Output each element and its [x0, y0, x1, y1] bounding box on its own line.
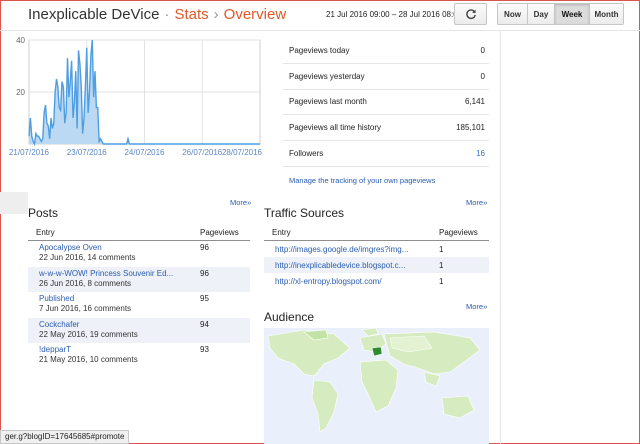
post-pageviews: 95 — [200, 294, 209, 304]
stat-row-yesterday: Pageviews yesterday 0 — [283, 64, 489, 90]
left-panel-stub — [0, 192, 28, 214]
post-pageviews: 93 — [200, 345, 209, 355]
breadcrumb-stats[interactable]: Stats — [174, 6, 208, 23]
manage-tracking-link[interactable]: Manage the tracking of your own pageview… — [289, 176, 435, 185]
col-pageviews: Pageviews — [439, 228, 478, 237]
breadcrumb-chevron: › — [213, 6, 219, 23]
col-entry: Entry — [36, 228, 55, 237]
traffic-table-header: Entry Pageviews — [264, 228, 489, 241]
map-highlight-germany[interactable] — [371, 346, 383, 357]
post-link[interactable]: Published — [39, 294, 131, 303]
pageviews-chart: 40 20 21/07/2016 23/07/2016 24/07/2016 26/07/… — [9, 36, 262, 157]
stat-label: Pageviews all time history — [289, 123, 382, 133]
post-meta: 7 Jun 2016, 16 comments — [39, 304, 132, 314]
table-row: http://inexplicabledevice.blogspot.c... 1 — [264, 257, 489, 273]
stat-row-last-month: Pageviews last month 6,141 — [283, 90, 489, 116]
breadcrumb-dot: · — [164, 6, 170, 23]
table-row: Apocalypse Oven 22 Jun 2016, 14 comments 9… — [28, 241, 250, 267]
post-pageviews: 96 — [200, 268, 209, 278]
table-row: Published 7 Jun 2016, 16 comments 95 — [28, 292, 250, 318]
segment-now[interactable]: Now — [498, 4, 528, 24]
chart-x-tick-label: 21/07/2016 — [9, 148, 50, 157]
stat-value: 6,141 — [464, 97, 485, 107]
stat-label: Pageviews last month — [289, 97, 367, 107]
traffic-pageviews: 1 — [439, 260, 444, 270]
breadcrumb: Inexplicable DeVice · Stats › Overview — [28, 6, 286, 23]
col-entry: Entry — [272, 228, 291, 237]
posts-title: Posts — [28, 206, 59, 220]
time-range-toggle: Now Day Week Month — [497, 3, 624, 25]
refresh-button[interactable] — [454, 3, 487, 25]
traffic-source-link[interactable]: http://images.google.de/imgres?img... — [275, 245, 408, 254]
traffic-source-link[interactable]: http://xl-entropy.blogspot.com/ — [275, 277, 382, 286]
posts-table-header: Entry Pageviews — [28, 228, 250, 241]
stat-row-all-time: Pageviews all time history 185,101 — [283, 115, 489, 142]
stat-label: Pageviews today — [289, 45, 350, 55]
table-row: w-w-w-WOW! Princess Souvenir Ed... 26 Jun… — [28, 266, 250, 293]
col-pageviews: Pageviews — [200, 228, 239, 237]
posts-more-link[interactable]: More» — [230, 198, 251, 207]
post-link[interactable]: !depparТ — [39, 345, 138, 354]
post-meta: 21 May 2016, 10 comments — [39, 355, 138, 365]
date-range: 21 Jul 2016 09:00 – 28 Jul 2016 08:00 — [326, 10, 463, 19]
status-bar-url: ger.g?blogID=17645685#promote — [0, 430, 130, 444]
world-map-graphic — [267, 328, 481, 433]
segment-week[interactable]: Week — [555, 4, 590, 24]
stat-label: Pageviews yesterday — [289, 71, 365, 81]
header-divider — [0, 30, 640, 31]
audience-more-link[interactable]: More» — [466, 302, 487, 311]
chart-x-tick-label: 23/07/2016 — [67, 148, 108, 157]
chart-x-tick-label: 24/07/2016 — [124, 148, 165, 157]
chart-x-tick-label: 26/07/2016 — [182, 148, 223, 157]
post-link[interactable]: Cockchafer — [39, 320, 138, 329]
post-pageviews: 96 — [200, 243, 209, 252]
post-link[interactable]: Apocalypse Oven — [39, 243, 136, 252]
stat-value: 0 — [480, 71, 485, 81]
column-divider — [500, 30, 501, 444]
page-title: Overview — [223, 6, 287, 23]
stat-row-today: Pageviews today 0 — [283, 38, 489, 64]
table-row: !depparТ 21 May 2016, 10 comments 93 — [28, 343, 250, 369]
post-link[interactable]: w-w-w-WOW! Princess Souvenir Ed... — [39, 269, 173, 278]
stats-table: Pageviews today 0 Pageviews yesterday 0 Pa… — [283, 38, 489, 167]
traffic-more-link[interactable]: More» — [466, 198, 487, 207]
table-row: Cockchafer 22 May 2016, 19 comments 94 — [28, 317, 250, 344]
segment-month[interactable]: Month — [590, 4, 623, 24]
chart-x-tick-label: 28/07/2016 — [222, 148, 262, 157]
posts-table: Entry Pageviews Apocalypse Oven 22 Jun 201… — [28, 228, 250, 369]
chart-y-tick-label: 40 — [16, 36, 25, 45]
post-meta: 26 Jun 2016, 8 comments — [39, 278, 132, 288]
refresh-icon — [465, 9, 476, 19]
table-row: http://images.google.de/imgres?img... 1 — [264, 241, 489, 257]
post-pageviews: 94 — [200, 319, 209, 329]
followers-link[interactable]: 16 — [476, 149, 485, 158]
audience-world-map[interactable] — [264, 328, 489, 444]
blog-name[interactable]: Inexplicable DeVice — [28, 6, 159, 23]
table-row: http://xl-entropy.blogspot.com/1 — [264, 273, 489, 289]
segment-day[interactable]: Day — [528, 4, 555, 24]
traffic-pageviews: 1 — [439, 244, 444, 254]
stat-value: 185,101 — [456, 123, 485, 133]
post-meta: 22 Jun 2016, 14 comments — [39, 253, 136, 262]
stat-label: Followers — [289, 149, 324, 159]
post-meta: 22 May 2016, 19 comments — [39, 329, 138, 339]
traffic-title: Traffic Sources — [264, 206, 345, 220]
traffic-table: Entry Pageviews http://images.google.de/i… — [264, 228, 489, 289]
traffic-pageviews: 1 — [439, 276, 444, 286]
audience-title: Audience — [264, 310, 315, 324]
stat-value: 0 — [480, 45, 485, 55]
chart-y-tick-label: 20 — [16, 88, 25, 97]
stat-row-followers: Followers 16 — [283, 141, 489, 167]
traffic-source-link[interactable]: http://inexplicabledevice.blogspot.c... — [275, 261, 405, 270]
